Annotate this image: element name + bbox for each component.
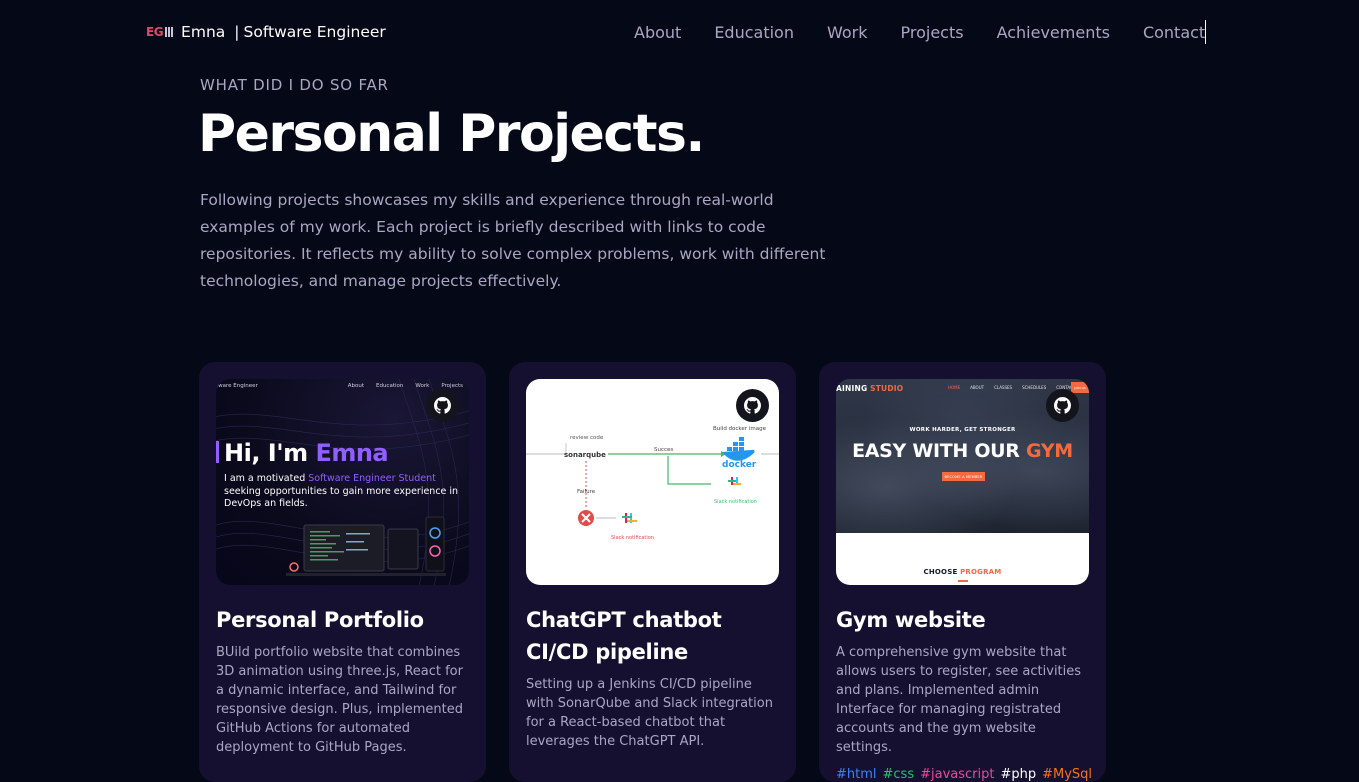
tag-javascript: #javascript: [920, 767, 995, 782]
page-title: Personal Projects.: [198, 104, 705, 164]
gym-join-button: JOIN US: [1071, 382, 1089, 393]
label-slack-success: Slack notification: [714, 499, 757, 505]
section-intro: Following projects showcases my skills a…: [200, 191, 826, 290]
thumb-link-projects: Projects: [441, 383, 463, 389]
project-tags: #html #css #javascript #php #MySql: [836, 767, 1093, 782]
gym-link-home: HOME: [948, 385, 961, 390]
github-link-button[interactable]: [1046, 389, 1079, 422]
tag-mysql: #MySql: [1042, 767, 1093, 782]
gym-kicker: WORK HARDER, GET STRONGER: [909, 427, 1016, 433]
github-icon: [744, 397, 761, 414]
navbar: EG Emna | Software Engineer About Educat…: [0, 0, 1359, 62]
thumb-link-education: Education: [375, 383, 404, 389]
nav-link-projects[interactable]: Projects: [900, 23, 963, 42]
nav-link-work[interactable]: Work: [827, 23, 868, 42]
tag-css: #css: [882, 767, 915, 782]
project-thumbnail: review code sonarqube Succes Build docke…: [526, 379, 779, 585]
desk-setup-illustration: [286, 516, 446, 576]
project-title: Gym website: [836, 608, 986, 632]
github-icon: [1054, 397, 1071, 414]
thumb-link-about: About: [347, 383, 364, 389]
section-subtitle: What did I do so far: [200, 76, 389, 94]
sonarqube-logo: sonarqube: [564, 451, 606, 459]
project-description: Setting up a Jenkins CI/CD pipeline with…: [526, 677, 773, 749]
github-link-button[interactable]: [426, 389, 459, 422]
thumb-link-work: Work: [415, 383, 430, 389]
docker-icon: [722, 437, 755, 461]
label-success: Succes: [654, 447, 673, 453]
thumb-accent-bar: [216, 441, 219, 463]
gym-program-section: CHOOSE PROGRAM: [836, 533, 1089, 585]
project-description: A comprehensive gym website that allows …: [836, 645, 1082, 755]
project-description: BUild portfolio website that combines 3D…: [216, 645, 463, 755]
github-icon: [434, 397, 451, 414]
thumb-brand: tware Engineer: [216, 383, 258, 389]
gym-link-about: ABOUT: [970, 385, 985, 390]
nav-links: About Education Work Projects Achievemen…: [634, 20, 1207, 44]
gym-link-classes: CLASSES: [994, 385, 1013, 390]
nav-link-contact[interactable]: Contact: [1143, 23, 1205, 42]
nav-link-about[interactable]: About: [634, 23, 681, 42]
project-card-portfolio: tware Engineer About Education Work Proj…: [199, 362, 486, 782]
gym-headline: EASY WITH OUR GYM: [852, 440, 1073, 462]
project-title: ChatGPT chatbot CI/CD pipeline: [526, 608, 722, 664]
brand-separator: |: [234, 23, 240, 41]
label-failure: Failure: [577, 489, 596, 495]
brand-link[interactable]: EG Emna | Software Engineer: [146, 21, 386, 43]
gym-link-schedules: SCHEDULES: [1022, 385, 1047, 390]
project-thumbnail: tware Engineer About Education Work Proj…: [216, 379, 469, 585]
text-cursor: [1205, 20, 1207, 44]
gym-brand: AINING STUDIO: [836, 384, 904, 393]
label-review-code: review code: [570, 435, 604, 441]
project-title: Personal Portfolio: [216, 608, 424, 632]
gym-underline: [958, 580, 968, 582]
tag-php: #php: [1000, 767, 1037, 782]
gym-member-button: BECOME A MEMBER: [942, 472, 985, 481]
nav-link-education[interactable]: Education: [714, 23, 794, 42]
slack-icon-success: [728, 477, 741, 485]
nav-link-achievements[interactable]: Achievements: [997, 23, 1110, 42]
label-slack-failure: Slack notification: [611, 535, 654, 541]
gym-choose-program: CHOOSE PROGRAM: [923, 568, 1002, 576]
github-link-button[interactable]: [736, 389, 769, 422]
docker-label: docker: [722, 460, 757, 470]
logo-icon: EG: [146, 25, 174, 39]
thumb-greeting: Hi, I'm Emna: [224, 439, 389, 467]
thumb-greeting-text: I am a motivated Software Engineer Stude…: [224, 473, 459, 509]
slack-icon-failure: [622, 513, 637, 523]
project-thumbnail: AINING STUDIO HOME ABOUT CLASSES SCHEDUL…: [836, 379, 1089, 585]
label-build-docker: Build docker image: [713, 426, 767, 432]
brand-role: Software Engineer: [243, 23, 386, 41]
tag-html: #html: [836, 767, 877, 782]
brand-name: Emna: [181, 23, 226, 41]
project-card-gym-website: AINING STUDIO HOME ABOUT CLASSES SCHEDUL…: [819, 362, 1106, 782]
project-card-chatbot-pipeline: review code sonarqube Succes Build docke…: [509, 362, 796, 782]
